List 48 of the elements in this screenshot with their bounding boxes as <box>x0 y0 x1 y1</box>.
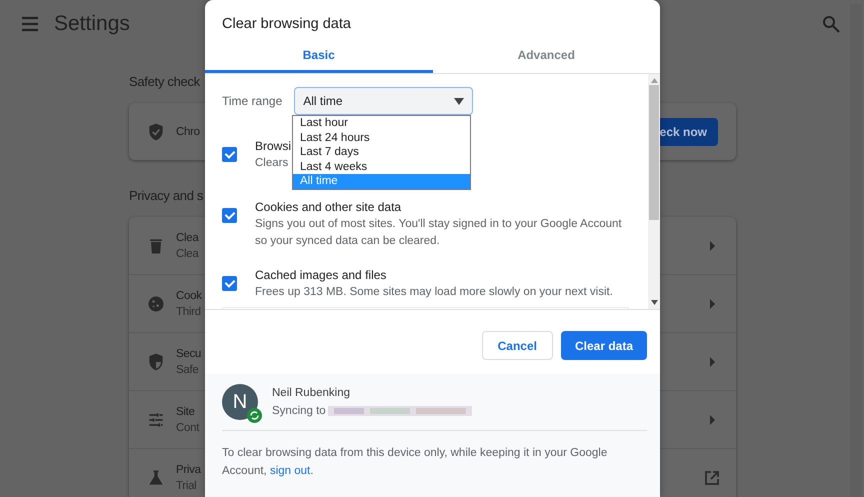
arrow-icon[interactable] <box>708 240 716 250</box>
tab[interactable]: Basic <box>205 40 432 73</box>
arrow-icon[interactable] <box>708 298 716 308</box>
row-title: Site <box>176 406 195 418</box>
arrow-icon[interactable] <box>708 356 716 366</box>
row-subtitle: Third <box>176 306 201 318</box>
account-name: Neil Rubenking <box>272 387 351 399</box>
time-range-dropdown[interactable]: All time <box>294 87 474 115</box>
tab[interactable]: Advanced <box>432 40 660 73</box>
dropdown-option[interactable]: All time <box>293 174 470 188</box>
scroll-up-icon[interactable] <box>650 78 658 83</box>
section-heading: Privacy and s <box>129 188 204 203</box>
row-title: Clea <box>176 232 198 244</box>
row-subtitle: Clea <box>176 248 198 260</box>
row-title: Chro <box>176 126 200 138</box>
time-range-label: Time range <box>222 94 282 108</box>
page-title: Settings <box>54 12 130 36</box>
search-icon[interactable] <box>822 15 840 33</box>
sync-icon <box>247 408 262 423</box>
clear-data-button[interactable]: Clear data <box>560 331 647 360</box>
dialog-title: Clear browsing data <box>221 15 352 34</box>
row-subtitle: Safe <box>176 364 198 376</box>
cancel-button[interactable]: Cancel <box>482 331 553 360</box>
row-icon <box>146 294 166 314</box>
external-link-icon[interactable] <box>704 470 720 486</box>
row-title: Cook <box>176 290 202 302</box>
checkbox[interactable] <box>222 147 237 162</box>
sign-out-note: To clear browsing data from this device only, while keeping it in your Google Account, sign out. <box>222 446 608 479</box>
scroll-down-icon[interactable] <box>650 300 658 305</box>
option-title: Browsi <box>255 138 292 155</box>
option-description: Frees up 313 MB. Some sites may load more slowly on your next visit. <box>255 285 613 300</box>
avatar: N <box>222 384 258 420</box>
scrollbar[interactable] <box>648 74 660 309</box>
section-heading: Safety check <box>129 74 200 89</box>
option-description: Signs you out of most sites. You'll stay signed in to your Google Account so your synced data can be cleared. <box>255 217 623 249</box>
row-title: Priva <box>176 464 201 476</box>
sync-status: Syncing to <box>272 404 326 416</box>
option-description: Clears <box>255 156 288 171</box>
checkbox[interactable] <box>222 276 237 291</box>
option-title: Cached images and files <box>255 267 386 284</box>
sign-out-link[interactable]: sign out <box>270 465 310 477</box>
option-title: Cookies and other site data <box>255 199 402 216</box>
row-subtitle: Cont <box>176 422 200 434</box>
menu-icon[interactable] <box>20 16 40 32</box>
checkbox[interactable] <box>222 208 237 223</box>
row-title: Secu <box>176 348 202 360</box>
arrow-icon[interactable] <box>708 414 716 424</box>
row-subtitle: Trial <box>176 480 196 492</box>
